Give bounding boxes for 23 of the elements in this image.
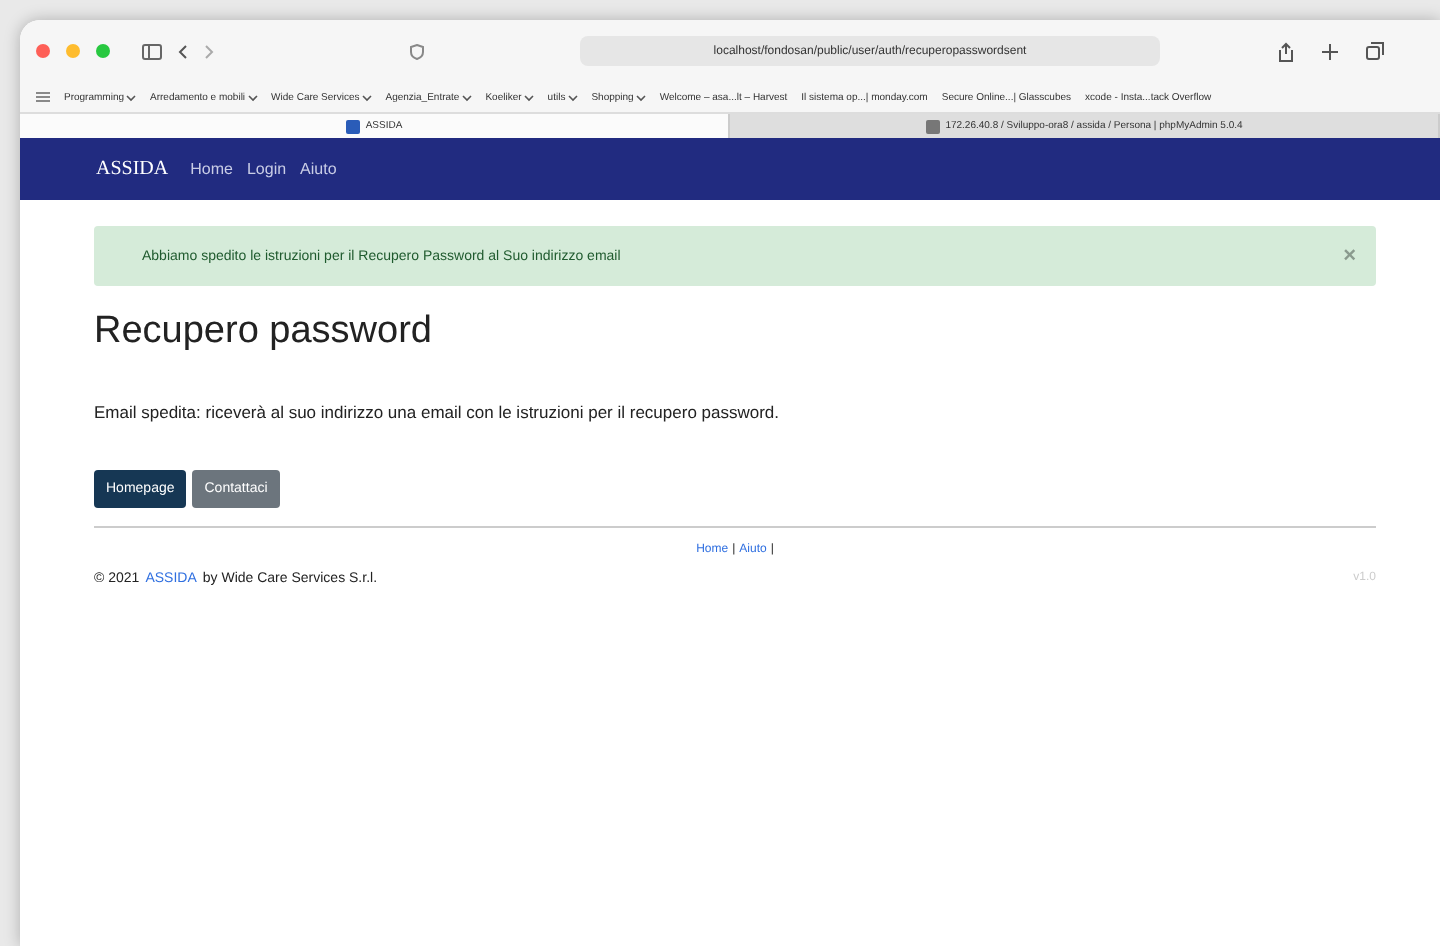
chevron-icon	[247, 93, 258, 101]
tabs-overview-icon[interactable]	[1366, 42, 1384, 60]
nav-link[interactable]: Home	[190, 160, 233, 178]
brand-logo[interactable]: ASSIDA	[96, 158, 169, 180]
chevron-icon	[461, 93, 472, 101]
page-title: Recupero password	[94, 310, 434, 354]
chevron-icon	[361, 93, 372, 101]
favicon-icon	[345, 119, 360, 133]
chevron-icon	[635, 93, 646, 101]
nav-link[interactable]: Aiuto	[300, 160, 337, 178]
chevron-icon	[126, 93, 137, 101]
shield-icon	[410, 43, 424, 59]
favicon-icon	[925, 119, 940, 133]
chevron-icon	[567, 93, 578, 101]
back-icon[interactable]	[178, 43, 188, 59]
nav-link[interactable]: Login	[246, 160, 287, 178]
new-tab-icon[interactable]	[1322, 43, 1338, 59]
sidebar-icon[interactable]	[142, 43, 162, 59]
list-icon[interactable]	[36, 92, 50, 102]
close-window-icon[interactable]	[36, 44, 50, 58]
chevron-icon	[523, 93, 534, 101]
body-text: Email spedita: riceverà al suo indirizzo una email con le istruzioni per il recupero password.	[94, 402, 782, 422]
share-icon[interactable]	[1278, 41, 1294, 61]
